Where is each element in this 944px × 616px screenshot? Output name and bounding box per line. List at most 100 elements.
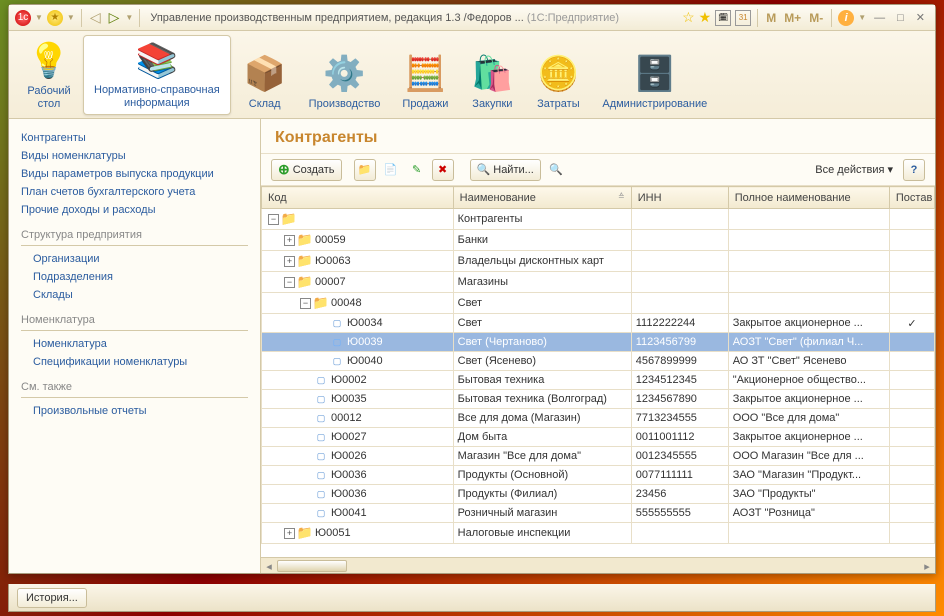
delete-button[interactable]: ✖ <box>432 159 454 181</box>
close-button[interactable]: ✕ <box>912 11 929 24</box>
expander-icon[interactable]: − <box>268 214 279 225</box>
table-row[interactable]: ▢Ю0036 Продукты (Основной) 0077111111 ЗА… <box>262 466 935 485</box>
nav-dd[interactable]: ▼ <box>125 13 133 22</box>
info-dd[interactable]: ▼ <box>858 13 866 22</box>
ribbon-item[interactable]: 🗄️ Администрирование <box>592 35 717 115</box>
expander-icon[interactable]: + <box>284 256 295 267</box>
cell-code: Ю0002 <box>331 374 367 386</box>
copy-button[interactable]: 📄 <box>380 159 402 181</box>
sidebar-link[interactable]: Виды параметров выпуска продукции <box>21 165 248 183</box>
table-row[interactable]: −📁00007 Магазины <box>262 272 935 293</box>
ribbon-icon: 🧮 <box>403 52 447 96</box>
grid-container[interactable]: Код Наименование≙ ИНН Полное наименовани… <box>261 186 935 557</box>
table-row[interactable]: ▢Ю0039 Свет (Чертаново) 1123456799 АОЗТ … <box>262 333 935 352</box>
expander-icon[interactable]: − <box>300 298 311 309</box>
sidebar-link[interactable]: План счетов бухгалтерского учета <box>21 183 248 201</box>
edit-button[interactable]: ✎ <box>406 159 428 181</box>
cell-inn: 4567899999 <box>631 352 728 371</box>
col-sup[interactable]: Постав <box>889 187 934 209</box>
col-name[interactable]: Наименование≙ <box>453 187 631 209</box>
ribbon-item[interactable]: ⚙️ Производство <box>299 35 391 115</box>
scroll-left-icon[interactable]: ◂ <box>261 558 277 573</box>
search-icon: 🔍 <box>477 163 491 176</box>
table-row[interactable]: +📁00059 Банки <box>262 230 935 251</box>
cell-code: 00007 <box>315 276 346 288</box>
favorite-icon[interactable]: ☆ <box>682 9 695 26</box>
table-row[interactable]: ▢Ю0034 Свет 1112222244 Закрытое акционер… <box>262 314 935 333</box>
theme-icon[interactable]: ★ <box>47 10 63 26</box>
col-full[interactable]: Полное наименование <box>728 187 889 209</box>
clear-search-button[interactable]: 🔍 <box>545 159 567 181</box>
cell-full: ООО "Все для дома" <box>728 409 889 428</box>
new-folder-button[interactable]: 📁 <box>354 159 376 181</box>
sidebar-link[interactable]: Подразделения <box>21 268 248 286</box>
search-clear-icon: 🔍 <box>549 163 563 176</box>
minimize-button[interactable]: — <box>870 12 889 24</box>
maximize-button[interactable]: □ <box>893 12 908 24</box>
table-row[interactable]: ▢Ю0002 Бытовая техника 1234512345 "Акцио… <box>262 371 935 390</box>
calendar-icon[interactable]: 31 <box>735 10 751 26</box>
scroll-right-icon[interactable]: ▸ <box>919 558 935 573</box>
ribbon-item[interactable]: 📚 Нормативно-справочнаяинформация <box>83 35 231 115</box>
calc-icon[interactable]: 🗓 <box>715 10 731 26</box>
x-icon: ✖ <box>438 163 447 176</box>
sidebar-link[interactable]: Номенклатура <box>21 335 248 353</box>
sidebar-link[interactable]: Прочие доходы и расходы <box>21 201 248 219</box>
col-inn[interactable]: ИНН <box>631 187 728 209</box>
table-row[interactable]: −📁 Контрагенты <box>262 209 935 230</box>
help-button[interactable]: ? <box>903 159 925 181</box>
app-icon: 1c <box>15 10 31 26</box>
col-code[interactable]: Код <box>262 187 454 209</box>
table-row[interactable]: +📁Ю0051 Налоговые инспекции <box>262 523 935 544</box>
table-row[interactable]: ▢Ю0041 Розничный магазин 555555555 АОЗТ … <box>262 504 935 523</box>
star2-icon[interactable]: ★ <box>699 9 712 26</box>
cell-inn <box>631 251 728 272</box>
sidebar-link[interactable]: Контрагенты <box>21 129 248 147</box>
table-row[interactable]: −📁00048 Свет <box>262 293 935 314</box>
ribbon-item[interactable]: 📦 Склад <box>233 35 297 115</box>
theme-dd[interactable]: ▼ <box>67 13 75 22</box>
m-minus-button[interactable]: M- <box>807 11 825 25</box>
sidebar-link[interactable]: Произвольные отчеты <box>21 402 248 420</box>
nav-forward-icon[interactable]: ▷ <box>107 9 122 26</box>
item-icon: ▢ <box>329 337 345 348</box>
cell-inn: 0011001112 <box>631 428 728 447</box>
expander-icon[interactable]: + <box>284 528 295 539</box>
table-row[interactable]: ▢Ю0035 Бытовая техника (Волгоград) 12345… <box>262 390 935 409</box>
h-scrollbar[interactable]: ◂ ▸ <box>261 557 935 573</box>
expander-icon[interactable]: − <box>284 277 295 288</box>
nav-back-icon[interactable]: ◁ <box>88 9 103 26</box>
sidebar-link[interactable]: Виды номенклатуры <box>21 147 248 165</box>
ribbon-item[interactable]: 💡 Рабочийстол <box>17 35 81 115</box>
table-row[interactable]: ▢Ю0036 Продукты (Филиал) 23456 ЗАО "Прод… <box>262 485 935 504</box>
ribbon-item[interactable]: 🧮 Продажи <box>392 35 458 115</box>
sidebar-link[interactable]: Спецификации номенклатуры <box>21 353 248 371</box>
sidebar-link[interactable]: Организации <box>21 250 248 268</box>
table-row[interactable]: ▢Ю0026 Магазин "Все для дома" 0012345555… <box>262 447 935 466</box>
table-row[interactable]: ▢Ю0027 Дом быта 0011001112 Закрытое акци… <box>262 428 935 447</box>
all-actions-button[interactable]: Все действия ▾ <box>809 159 899 181</box>
ribbon: 💡 Рабочийстол📚 Нормативно-справочнаяинфо… <box>9 31 935 119</box>
scroll-thumb[interactable] <box>277 560 347 572</box>
info-icon[interactable]: i <box>838 10 854 26</box>
cell-name: Свет (Чертаново) <box>453 333 631 352</box>
history-button[interactable]: История... <box>17 588 87 608</box>
cell-inn: 1123456799 <box>631 333 728 352</box>
item-icon: ▢ <box>313 432 329 443</box>
cell-name: Бытовая техника <box>453 371 631 390</box>
ribbon-item[interactable]: 🛍️ Закупки <box>460 35 524 115</box>
ribbon-item[interactable]: 🪙 Затраты <box>526 35 590 115</box>
cell-code: Ю0041 <box>331 507 367 519</box>
expander-icon[interactable]: + <box>284 235 295 246</box>
cell-full: АО ЗТ "Свет" Ясенево <box>728 352 889 371</box>
cell-full <box>728 293 889 314</box>
find-button[interactable]: 🔍Найти... <box>470 159 541 181</box>
sidebar-link[interactable]: Склады <box>21 286 248 304</box>
table-row[interactable]: +📁Ю0063 Владельцы дисконтных карт <box>262 251 935 272</box>
table-row[interactable]: ▢00012 Все для дома (Магазин) 7713234555… <box>262 409 935 428</box>
app-menu-dd[interactable]: ▼ <box>35 13 43 22</box>
create-button[interactable]: ⊕Создать <box>271 159 342 181</box>
m-button[interactable]: M <box>764 11 778 25</box>
table-row[interactable]: ▢Ю0040 Свет (Ясенево) 4567899999 АО ЗТ "… <box>262 352 935 371</box>
m-plus-button[interactable]: M+ <box>782 11 803 25</box>
